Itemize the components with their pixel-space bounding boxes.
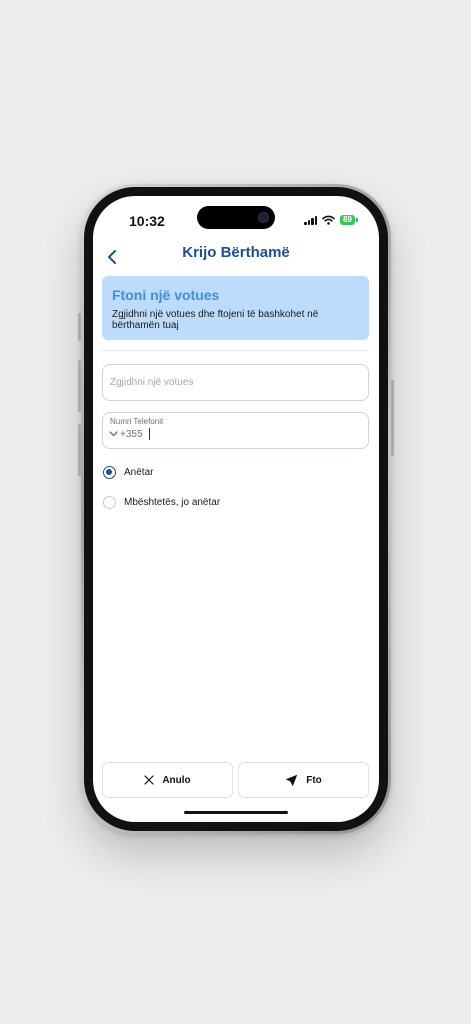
cancel-button-label: Anulo: [162, 774, 191, 786]
home-indicator: [184, 811, 288, 814]
radio-member[interactable]: [103, 466, 116, 479]
country-code: +355: [120, 428, 143, 440]
close-icon: [144, 775, 154, 785]
voter-select-field[interactable]: Zgjidhni një votues: [102, 364, 369, 401]
app-screen: 10:32 89 Krijo Bërthamë Ftoni një votues…: [93, 196, 379, 822]
invite-button[interactable]: Fto: [238, 762, 369, 798]
country-code-selector[interactable]: +355: [109, 428, 150, 440]
status-time: 10:32: [129, 213, 165, 229]
camera-icon: [258, 212, 269, 223]
signal-icon: [304, 215, 318, 225]
battery-icon: 89: [340, 215, 358, 225]
voter-select-placeholder: Zgjidhni një votues: [110, 377, 194, 388]
invite-button-label: Fto: [306, 774, 322, 786]
info-card-title: Ftoni një votues: [112, 287, 220, 303]
page-title: Krijo Bërthamë: [182, 244, 290, 261]
chevron-down-icon: [109, 431, 118, 437]
action-button: [78, 313, 81, 341]
volume-down-button: [78, 424, 81, 476]
nav-bar: Krijo Bërthamë: [93, 244, 379, 274]
wifi-icon: [322, 215, 335, 225]
divider: [102, 350, 369, 351]
radio-supporter[interactable]: [103, 496, 116, 509]
phone-number-field[interactable]: Numri Telefonit +355: [102, 412, 369, 449]
status-icons: 89: [304, 215, 358, 225]
cancel-button[interactable]: Anulo: [102, 762, 233, 798]
radio-supporter-label: Mbështetës, jo anëtar: [124, 497, 221, 508]
volume-up-button: [78, 360, 81, 412]
send-icon: [286, 774, 298, 786]
battery-level: 89: [343, 215, 352, 224]
dynamic-island: [197, 206, 275, 229]
power-button: [391, 380, 394, 456]
phone-field-label: Numri Telefonit: [110, 417, 164, 426]
info-card-description: Zgjidhni një votues dhe ftojeni të bashk…: [112, 309, 319, 331]
radio-member-label: Anëtar: [124, 467, 154, 478]
radio-option-supporter[interactable]: Mbështetës, jo anëtar: [103, 496, 220, 509]
invite-info-card: Ftoni një votues Zgjidhni një votues dhe…: [102, 276, 369, 340]
status-bar: 10:32 89: [93, 196, 379, 244]
radio-option-member[interactable]: Anëtar: [103, 466, 153, 479]
text-cursor: [148, 428, 150, 440]
